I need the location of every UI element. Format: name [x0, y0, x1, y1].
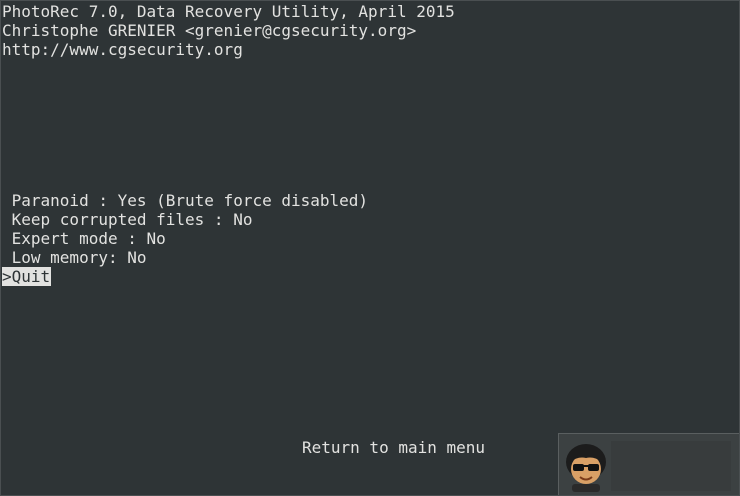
quit-menu-item[interactable]: >Quit [2, 267, 52, 286]
website-line: http://www.cgsecurity.org [2, 40, 243, 59]
terminal-window: PhotoRec 7.0, Data Recovery Utility, Apr… [0, 0, 740, 496]
corner-watermark [558, 433, 739, 495]
option-expert-mode[interactable]: Expert mode : No [2, 229, 166, 248]
return-to-main-menu-button[interactable]: Return to main menu [302, 438, 485, 457]
watermark-panel [611, 441, 731, 491]
author-line: Christophe GRENIER <grenier@cgsecurity.o… [2, 21, 417, 40]
option-low-memory[interactable]: Low memory: No [2, 248, 147, 267]
avatar-with-sunglasses-icon [566, 444, 606, 492]
option-keep-corrupted-files[interactable]: Keep corrupted files : No [2, 210, 253, 229]
app-title-line: PhotoRec 7.0, Data Recovery Utility, Apr… [2, 2, 455, 21]
option-paranoid[interactable]: Paranoid : Yes (Brute force disabled) [2, 191, 368, 210]
